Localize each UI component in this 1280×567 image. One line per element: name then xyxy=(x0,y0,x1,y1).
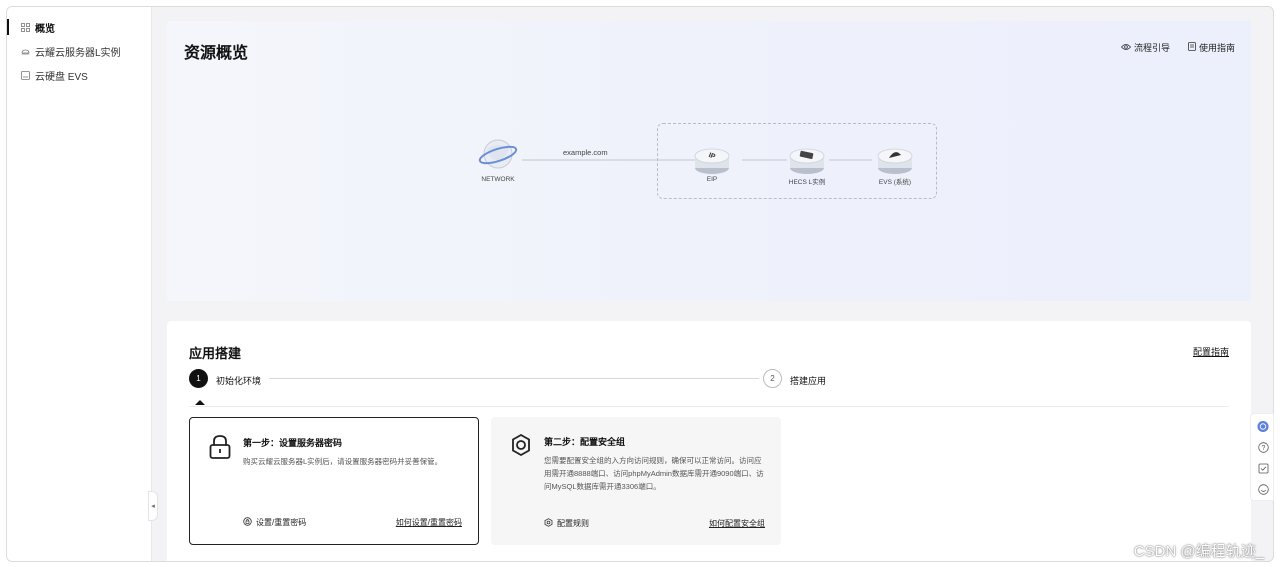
card-description: 购买云耀云服务器L实例后，请设置服务器密码并妥善保管。 xyxy=(243,457,443,466)
step-connector xyxy=(269,378,759,379)
active-step-caret xyxy=(195,400,205,405)
gear-icon xyxy=(544,518,553,529)
scrollbar[interactable] xyxy=(1273,77,1274,377)
card-title: 第一步：设置服务器密码 xyxy=(243,438,343,448)
card-description: 您需要配置安全组的入方向访问规则，确保可以正常访问。访问应用需开通8888端口、… xyxy=(544,456,764,491)
reset-password-button[interactable]: 设置/重置密码 xyxy=(243,517,306,528)
checklist-icon[interactable] xyxy=(1257,462,1269,474)
grid-icon xyxy=(21,22,30,32)
step-1-circle[interactable]: 1 xyxy=(189,369,208,388)
app-window: 概览 云耀云服务器L实例 云硬盘 EVS ◂ 资源概览 流程引导 使用指南 IP… xyxy=(6,6,1274,562)
hecs-label: HECS L实例 xyxy=(788,179,826,186)
sidebar-item-label: 云耀云服务器L实例 xyxy=(35,47,121,59)
floating-toolbar: ? xyxy=(1250,413,1274,501)
key-icon xyxy=(243,517,252,528)
help-link[interactable]: 如何设置/重置密码 xyxy=(396,517,462,528)
set-password-card[interactable]: 第一步：设置服务器密码 购买云耀云服务器L实例后，请设置服务器密码并妥善保管。 … xyxy=(189,417,479,545)
section-title: 应用搭建 xyxy=(189,346,242,361)
network-globe-icon xyxy=(478,139,518,169)
divider xyxy=(189,406,1229,407)
sidebar-item-overview[interactable]: 概览 xyxy=(7,16,152,38)
app-setup-panel: 应用搭建 配置指南 1 初始化环境 2 搭建应用 第一步：设置服务器密码 购买云… xyxy=(167,321,1251,561)
settings-gear-icon xyxy=(509,433,533,459)
config-guide-link[interactable]: 配置指南 xyxy=(1193,345,1229,358)
cloud-server-icon xyxy=(21,47,30,56)
feedback-smile-icon[interactable] xyxy=(1257,483,1269,495)
eip-label: EIP xyxy=(706,176,718,183)
step-2-circle[interactable]: 2 xyxy=(763,369,782,388)
svg-text:?: ? xyxy=(1261,445,1265,452)
step-2-label[interactable]: 搭建应用 xyxy=(790,374,826,387)
help-link[interactable]: 如何配置安全组 xyxy=(709,518,765,529)
sidebar-item-label: 概览 xyxy=(35,23,55,35)
sidebar-item-evs[interactable]: 云硬盘 EVS xyxy=(7,64,152,86)
step-1-label[interactable]: 初始化环境 xyxy=(216,374,261,387)
lock-icon xyxy=(208,434,232,460)
card-title: 第二步：配置安全组 xyxy=(544,437,626,447)
resource-overview-panel: 资源概览 流程引导 使用指南 IP example.com NETWORK EI… xyxy=(167,21,1251,301)
action-label: 设置/重置密码 xyxy=(256,518,307,527)
domain-label: example.com xyxy=(563,148,608,157)
main-content: 资源概览 流程引导 使用指南 IP example.com NETWORK EI… xyxy=(153,7,1273,561)
assistant-icon[interactable] xyxy=(1257,420,1269,432)
disk-icon xyxy=(21,70,30,80)
stepper: 1 初始化环境 2 搭建应用 xyxy=(189,369,1229,389)
sidebar-item-label: 云硬盘 EVS xyxy=(35,71,88,83)
network-label: NETWORK xyxy=(481,176,515,183)
sidebar-item-cloud-server[interactable]: 云耀云服务器L实例 xyxy=(7,40,152,62)
evs-label: EVS (系统) xyxy=(878,179,912,186)
security-group-card[interactable]: 第二步：配置安全组 您需要配置安全组的入方向访问规则，确保可以正常访问。访问应用… xyxy=(491,417,781,545)
watermark: CSDN @编程轨迹_ xyxy=(1133,543,1264,560)
action-label: 配置规则 xyxy=(557,519,589,528)
instance-group-box xyxy=(657,123,937,199)
configure-rules-button[interactable]: 配置规则 xyxy=(544,518,589,529)
sidebar: 概览 云耀云服务器L实例 云硬盘 EVS xyxy=(7,7,152,561)
help-icon[interactable]: ? xyxy=(1257,441,1269,453)
